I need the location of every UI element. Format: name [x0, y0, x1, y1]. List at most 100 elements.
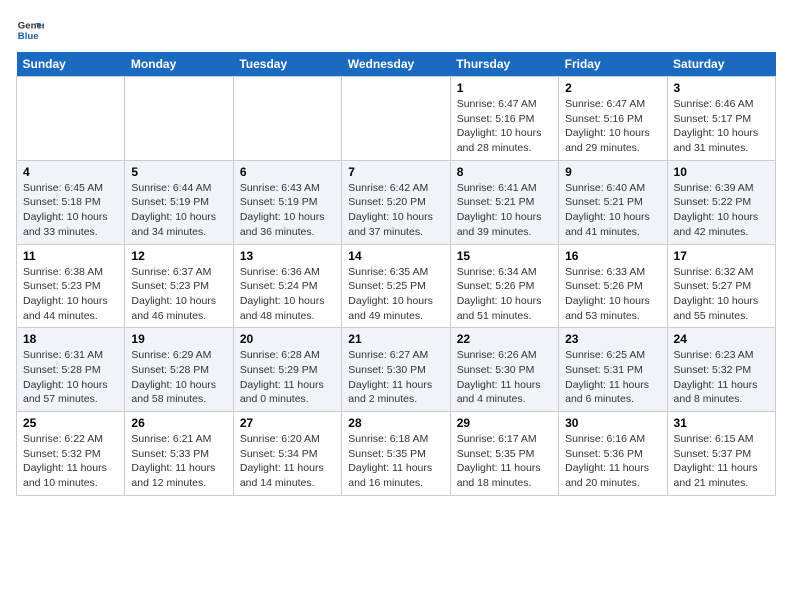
week-row-5: 25 Sunrise: 6:22 AM Sunset: 5:32 PM Dayli…	[17, 412, 776, 496]
day-number: 9	[565, 165, 660, 179]
day-info: Sunrise: 6:39 AM Sunset: 5:22 PM Dayligh…	[674, 181, 769, 240]
day-cell: 26 Sunrise: 6:21 AM Sunset: 5:33 PM Dayli…	[125, 412, 233, 496]
day-number: 28	[348, 416, 443, 430]
day-info: Sunrise: 6:41 AM Sunset: 5:21 PM Dayligh…	[457, 181, 552, 240]
day-cell: 30Sunrise: 6:16 AM Sunset: 5:36 PM Dayli…	[559, 412, 667, 496]
day-number: 6	[240, 165, 335, 179]
day-info: Sunrise: 6:29 AM Sunset: 5:28 PM Dayligh…	[131, 348, 226, 407]
day-cell: 29 Sunrise: 6:17 AM Sunset: 5:35 PM Dayli…	[450, 412, 558, 496]
header-cell-monday: Monday	[125, 52, 233, 77]
day-number: 8	[457, 165, 552, 179]
day-number: 21	[348, 332, 443, 346]
day-info: Sunrise: 6:34 AM Sunset: 5:26 PM Dayligh…	[457, 265, 552, 324]
day-cell	[17, 77, 125, 161]
day-info: Sunrise: 6:18 AM Sunset: 5:35 PM Dayligh…	[348, 432, 443, 491]
day-cell	[125, 77, 233, 161]
day-cell: 8 Sunrise: 6:41 AM Sunset: 5:21 PM Daylig…	[450, 160, 558, 244]
day-info: Sunrise: 6:42 AM Sunset: 5:20 PM Dayligh…	[348, 181, 443, 240]
day-number: 11	[23, 249, 118, 263]
day-cell: 24 Sunrise: 6:23 AM Sunset: 5:32 PM Dayli…	[667, 328, 775, 412]
day-number: 29	[457, 416, 552, 430]
day-cell	[233, 77, 341, 161]
day-info: Sunrise: 6:21 AM Sunset: 5:33 PM Dayligh…	[131, 432, 226, 491]
day-number: 2	[565, 81, 660, 95]
day-number: 17	[674, 249, 769, 263]
day-number: 31	[674, 416, 769, 430]
day-info: Sunrise: 6:22 AM Sunset: 5:32 PM Dayligh…	[23, 432, 118, 491]
day-number: 3	[674, 81, 769, 95]
header: General Blue	[16, 16, 776, 44]
day-info: Sunrise: 6:45 AM Sunset: 5:18 PM Dayligh…	[23, 181, 118, 240]
day-info: Sunrise: 6:36 AM Sunset: 5:24 PM Dayligh…	[240, 265, 335, 324]
day-number: 10	[674, 165, 769, 179]
week-row-2: 4 Sunrise: 6:45 AM Sunset: 5:18 PM Daylig…	[17, 160, 776, 244]
header-cell-tuesday: Tuesday	[233, 52, 341, 77]
day-info: Sunrise: 6:32 AM Sunset: 5:27 PM Dayligh…	[674, 265, 769, 324]
calendar-table: SundayMondayTuesdayWednesdayThursdayFrid…	[16, 52, 776, 496]
svg-text:Blue: Blue	[18, 31, 39, 42]
week-row-4: 18 Sunrise: 6:31 AM Sunset: 5:28 PM Dayli…	[17, 328, 776, 412]
day-number: 7	[348, 165, 443, 179]
day-info: Sunrise: 6:31 AM Sunset: 5:28 PM Dayligh…	[23, 348, 118, 407]
day-cell: 5 Sunrise: 6:44 AM Sunset: 5:19 PM Daylig…	[125, 160, 233, 244]
day-number: 15	[457, 249, 552, 263]
day-info: Sunrise: 6:20 AM Sunset: 5:34 PM Dayligh…	[240, 432, 335, 491]
header-cell-sunday: Sunday	[17, 52, 125, 77]
header-cell-thursday: Thursday	[450, 52, 558, 77]
day-cell: 14 Sunrise: 6:35 AM Sunset: 5:25 PM Dayli…	[342, 244, 450, 328]
day-number: 27	[240, 416, 335, 430]
day-number: 26	[131, 416, 226, 430]
day-cell: 12 Sunrise: 6:37 AM Sunset: 5:23 PM Dayli…	[125, 244, 233, 328]
day-number: 14	[348, 249, 443, 263]
day-cell: 3 Sunrise: 6:46 AM Sunset: 5:17 PM Daylig…	[667, 77, 775, 161]
day-cell: 7 Sunrise: 6:42 AM Sunset: 5:20 PM Daylig…	[342, 160, 450, 244]
day-info: Sunrise: 6:37 AM Sunset: 5:23 PM Dayligh…	[131, 265, 226, 324]
header-cell-wednesday: Wednesday	[342, 52, 450, 77]
header-row: SundayMondayTuesdayWednesdayThursdayFrid…	[17, 52, 776, 77]
day-cell: 28 Sunrise: 6:18 AM Sunset: 5:35 PM Dayli…	[342, 412, 450, 496]
day-number: 13	[240, 249, 335, 263]
day-cell: 13 Sunrise: 6:36 AM Sunset: 5:24 PM Dayli…	[233, 244, 341, 328]
day-cell: 19 Sunrise: 6:29 AM Sunset: 5:28 PM Dayli…	[125, 328, 233, 412]
day-info: Sunrise: 6:43 AM Sunset: 5:19 PM Dayligh…	[240, 181, 335, 240]
day-number: 23	[565, 332, 660, 346]
day-number: 19	[131, 332, 226, 346]
week-row-3: 11 Sunrise: 6:38 AM Sunset: 5:23 PM Dayli…	[17, 244, 776, 328]
day-number: 18	[23, 332, 118, 346]
day-info: Sunrise: 6:40 AM Sunset: 5:21 PM Dayligh…	[565, 181, 660, 240]
day-info: Sunrise: 6:17 AM Sunset: 5:35 PM Dayligh…	[457, 432, 552, 491]
day-number: 4	[23, 165, 118, 179]
day-cell: 27 Sunrise: 6:20 AM Sunset: 5:34 PM Dayli…	[233, 412, 341, 496]
day-info: Sunrise: 6:23 AM Sunset: 5:32 PM Dayligh…	[674, 348, 769, 407]
day-info: Sunrise: 6:33 AM Sunset: 5:26 PM Dayligh…	[565, 265, 660, 324]
day-cell: 4 Sunrise: 6:45 AM Sunset: 5:18 PM Daylig…	[17, 160, 125, 244]
header-cell-friday: Friday	[559, 52, 667, 77]
day-cell: 22Sunrise: 6:26 AM Sunset: 5:30 PM Dayli…	[450, 328, 558, 412]
day-info: Sunrise: 6:25 AM Sunset: 5:31 PM Dayligh…	[565, 348, 660, 407]
day-number: 16	[565, 249, 660, 263]
day-cell: 18 Sunrise: 6:31 AM Sunset: 5:28 PM Dayli…	[17, 328, 125, 412]
day-info: Sunrise: 6:46 AM Sunset: 5:17 PM Dayligh…	[674, 97, 769, 156]
day-info: Sunrise: 6:35 AM Sunset: 5:25 PM Dayligh…	[348, 265, 443, 324]
day-cell: 25 Sunrise: 6:22 AM Sunset: 5:32 PM Dayli…	[17, 412, 125, 496]
day-cell: 10 Sunrise: 6:39 AM Sunset: 5:22 PM Dayli…	[667, 160, 775, 244]
day-info: Sunrise: 6:44 AM Sunset: 5:19 PM Dayligh…	[131, 181, 226, 240]
day-number: 20	[240, 332, 335, 346]
day-number: 24	[674, 332, 769, 346]
header-cell-saturday: Saturday	[667, 52, 775, 77]
day-number: 12	[131, 249, 226, 263]
day-info: Sunrise: 6:27 AM Sunset: 5:30 PM Dayligh…	[348, 348, 443, 407]
day-cell: 23 Sunrise: 6:25 AM Sunset: 5:31 PM Dayli…	[559, 328, 667, 412]
day-number: 22	[457, 332, 552, 346]
day-number: 5	[131, 165, 226, 179]
day-cell: 1Sunrise: 6:47 AM Sunset: 5:16 PM Daylig…	[450, 77, 558, 161]
day-number: 25	[23, 416, 118, 430]
day-cell: 21 Sunrise: 6:27 AM Sunset: 5:30 PM Dayli…	[342, 328, 450, 412]
day-cell: 6 Sunrise: 6:43 AM Sunset: 5:19 PM Daylig…	[233, 160, 341, 244]
day-cell: 31Sunrise: 6:15 AM Sunset: 5:37 PM Dayli…	[667, 412, 775, 496]
day-info: Sunrise: 6:38 AM Sunset: 5:23 PM Dayligh…	[23, 265, 118, 324]
day-info: Sunrise: 6:28 AM Sunset: 5:29 PM Dayligh…	[240, 348, 335, 407]
day-cell: 17 Sunrise: 6:32 AM Sunset: 5:27 PM Dayli…	[667, 244, 775, 328]
logo-icon: General Blue	[16, 16, 44, 44]
day-info: Sunrise: 6:47 AM Sunset: 5:16 PM Dayligh…	[565, 97, 660, 156]
